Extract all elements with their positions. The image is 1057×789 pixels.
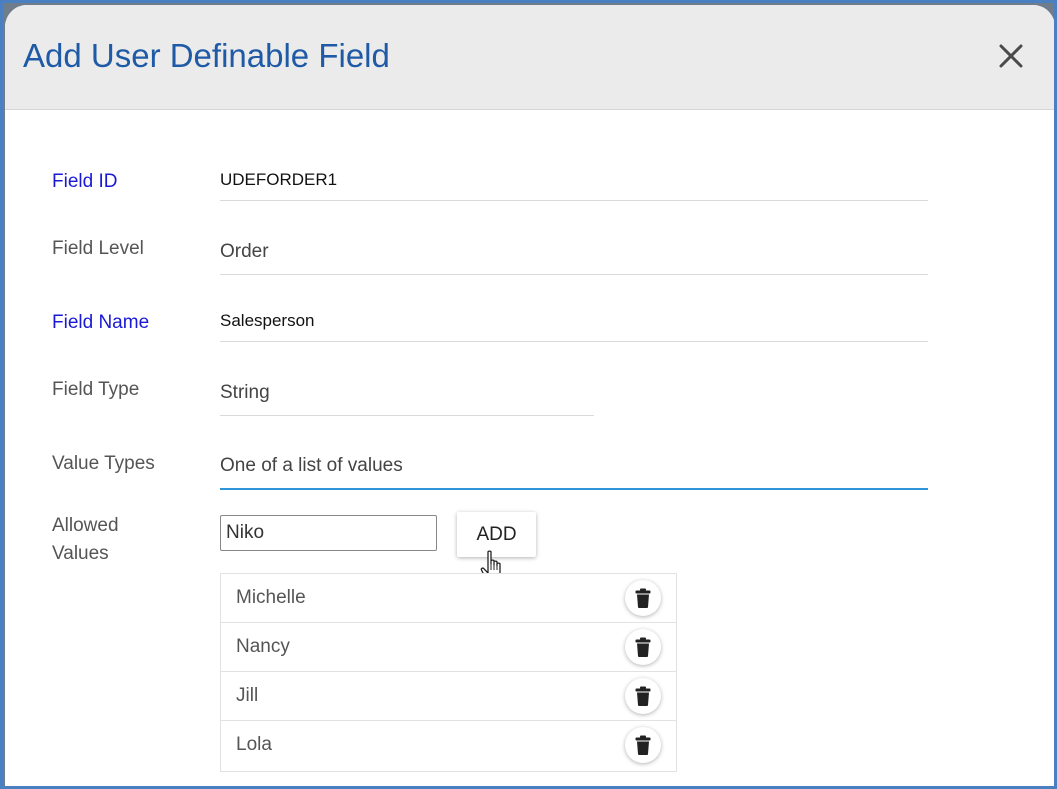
field-id-field[interactable]: UDEFORDER1 — [220, 163, 928, 201]
field-level-field: Order — [220, 233, 928, 275]
list-item: Nancy — [221, 623, 676, 672]
list-item: Lola — [221, 721, 676, 771]
field-level-label: Field Level — [52, 238, 144, 259]
field-type-select[interactable]: String — [220, 374, 594, 416]
value-types-value: One of a list of values — [220, 455, 403, 476]
field-name-value: Salesperson — [220, 311, 315, 330]
trash-icon — [635, 588, 651, 608]
field-type-value: String — [220, 382, 270, 403]
delete-button[interactable] — [625, 580, 661, 616]
field-name-field[interactable]: Salesperson — [220, 304, 928, 342]
dialog-title: Add User Definable Field — [23, 37, 390, 74]
list-item-label: Nancy — [236, 636, 290, 657]
field-id-label: Field ID — [52, 171, 118, 192]
close-icon — [999, 44, 1023, 68]
list-item-label: Michelle — [236, 587, 306, 608]
allowed-values-list: Michelle Nancy Jill Lola — [220, 573, 677, 772]
field-level-value: Order — [220, 241, 269, 262]
delete-button[interactable] — [625, 727, 661, 763]
trash-icon — [635, 735, 651, 755]
field-id-value: UDEFORDER1 — [220, 170, 338, 189]
list-item: Jill — [221, 672, 676, 721]
value-types-label: Value Types — [52, 453, 155, 474]
allowed-values-label: Allowed Values — [52, 515, 119, 564]
list-item-label: Jill — [236, 685, 259, 706]
field-type-label: Field Type — [52, 379, 140, 400]
delete-button[interactable] — [625, 678, 661, 714]
field-name-label: Field Name — [52, 312, 150, 333]
trash-icon — [635, 637, 651, 657]
value-types-select[interactable]: One of a list of values — [220, 447, 928, 490]
close-button[interactable] — [993, 38, 1029, 74]
allowed-value-input[interactable] — [220, 515, 437, 551]
list-item: Michelle — [221, 574, 676, 623]
add-field-dialog: Add User Definable Field Field ID UDEFOR… — [5, 5, 1054, 786]
trash-icon — [635, 686, 651, 706]
window-frame: Add User Definable Field Field ID UDEFOR… — [0, 0, 1057, 789]
list-item-label: Lola — [236, 734, 272, 755]
delete-button[interactable] — [625, 629, 661, 665]
dialog-header: Add User Definable Field — [5, 5, 1054, 110]
